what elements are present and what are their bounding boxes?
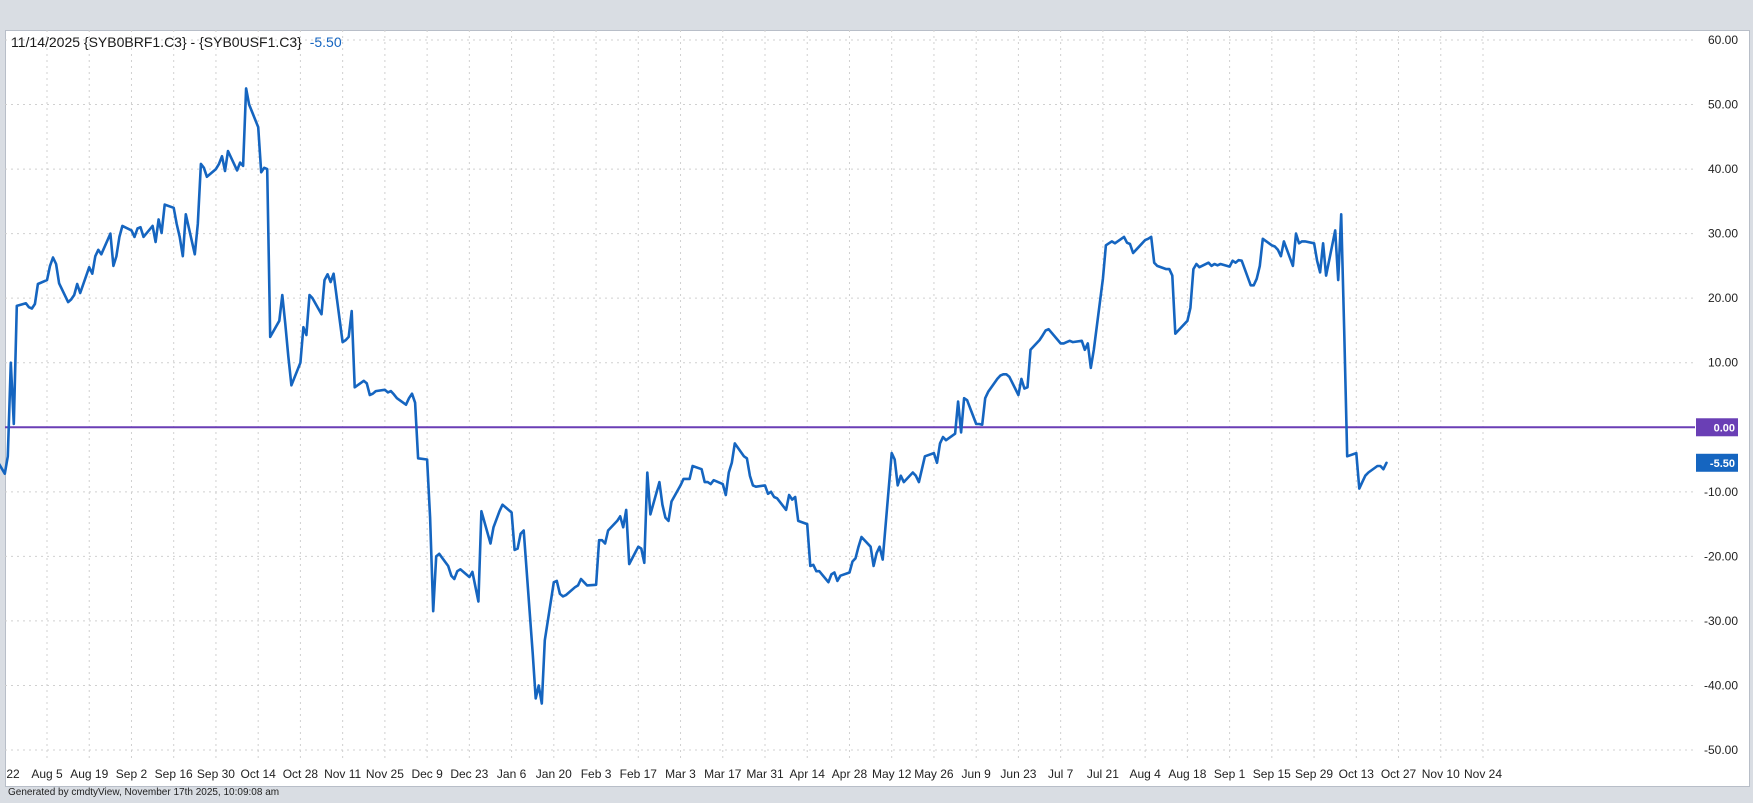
y-axis: 60.00 50.00 40.00 30.00 20.00 10.00 0.00 -10.00… bbox=[1704, 33, 1738, 757]
x-tick-label: Mar 3 bbox=[665, 767, 696, 781]
x-tick-label: Jun 9 bbox=[961, 767, 991, 781]
x-tick-label: Apr 14 bbox=[790, 767, 826, 781]
last-value-badge-text: -5.50 bbox=[1710, 458, 1735, 470]
x-tick-label: Nov 10 bbox=[1422, 767, 1460, 781]
zero-badge-text: 0.00 bbox=[1714, 422, 1735, 434]
x-tick-label: Sep 2 bbox=[116, 767, 148, 781]
x-tick-label: Sep 1 bbox=[1214, 767, 1246, 781]
value-badges: 0.00 -5.50 bbox=[1696, 418, 1738, 472]
x-tick-label: Sep 30 bbox=[197, 767, 235, 781]
x-tick-label: May 12 bbox=[872, 767, 912, 781]
y-tick-label: 40.00 bbox=[1708, 162, 1738, 176]
x-tick-label: Oct 13 bbox=[1339, 767, 1375, 781]
x-tick-label: May 26 bbox=[914, 767, 954, 781]
x-tick-label: Jun 23 bbox=[1000, 767, 1036, 781]
x-tick-label: Feb 17 bbox=[620, 767, 658, 781]
x-tick-label: Mar 31 bbox=[746, 767, 784, 781]
x-tick-label: Oct 27 bbox=[1381, 767, 1417, 781]
chart: 60.00 50.00 40.00 30.00 20.00 10.00 0.00 -10.00… bbox=[0, 30, 1738, 781]
x-tick-label: Nov 11 bbox=[324, 767, 361, 781]
series-line bbox=[0, 87, 1388, 705]
header-last-value: -5.50 bbox=[309, 34, 342, 50]
x-tick-label: Jan 6 bbox=[497, 767, 527, 781]
x-tick-label: Oct 14 bbox=[240, 767, 276, 781]
x-axis: 22 Aug 5 Aug 19 Sep 2 Sep 16 Sep 30 Oct 14 Oct … bbox=[6, 767, 1502, 781]
x-tick-label: Mar 17 bbox=[704, 767, 742, 781]
y-tick-label: -40.00 bbox=[1704, 678, 1738, 692]
y-tick-label: -30.00 bbox=[1704, 614, 1738, 628]
x-tick-label: Aug 4 bbox=[1129, 767, 1161, 781]
x-tick-label: Jul 7 bbox=[1048, 767, 1074, 781]
y-tick-label: 20.00 bbox=[1708, 291, 1738, 305]
x-tick-label: Sep 29 bbox=[1295, 767, 1333, 781]
header-date: 11/14/2025 bbox=[11, 34, 81, 50]
series-layer bbox=[0, 87, 1388, 705]
y-tick-label: 50.00 bbox=[1708, 98, 1738, 112]
y-tick-label: -20.00 bbox=[1704, 549, 1738, 563]
x-tick-label: Nov 25 bbox=[366, 767, 404, 781]
x-tick-label: Nov 24 bbox=[1464, 767, 1502, 781]
x-tick-label: Dec 23 bbox=[450, 767, 488, 781]
y-tick-label: 60.00 bbox=[1708, 33, 1738, 47]
x-tick-label: Aug 5 bbox=[31, 767, 63, 781]
x-tick-label: Sep 16 bbox=[155, 767, 193, 781]
y-tick-label: 10.00 bbox=[1708, 356, 1738, 370]
x-tick-label: Feb 3 bbox=[581, 767, 612, 781]
header-expression: {SYB0BRF1.C3} - {SYB0USF1.C3} bbox=[83, 34, 302, 50]
x-tick-label: Dec 9 bbox=[411, 767, 443, 781]
x-tick-label: Jul 21 bbox=[1087, 767, 1119, 781]
x-tick-label: Aug 19 bbox=[70, 767, 108, 781]
y-tick-label: -10.00 bbox=[1704, 485, 1738, 499]
x-tick-label: Apr 28 bbox=[832, 767, 868, 781]
x-tick-label: Jan 20 bbox=[536, 767, 572, 781]
y-tick-label: -50.00 bbox=[1704, 743, 1738, 757]
x-tick-label: 22 bbox=[6, 767, 20, 781]
chart-header: 11/14/2025 {SYB0BRF1.C3} - {SYB0USF1.C3}… bbox=[11, 34, 342, 50]
footer-generated-text: Generated by cmdtyView, November 17th 20… bbox=[8, 787, 280, 798]
x-tick-label: Aug 18 bbox=[1168, 767, 1206, 781]
x-tick-label: Sep 15 bbox=[1253, 767, 1291, 781]
y-tick-label: 30.00 bbox=[1708, 227, 1738, 241]
x-tick-label: Oct 28 bbox=[283, 767, 319, 781]
